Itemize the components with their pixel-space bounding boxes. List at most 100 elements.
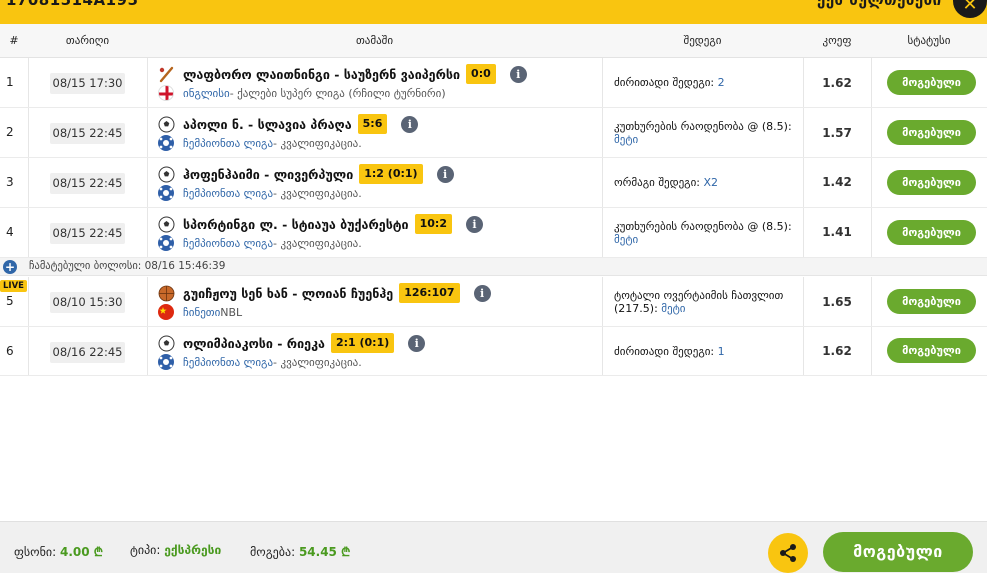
share-icon [780, 544, 796, 562]
row-number: 6 [6, 344, 14, 358]
table-row: 1 08/15 17:30 ლაფბორო ლაითნინგი - საუზერ… [0, 58, 987, 108]
match-teams[interactable]: გუიჩჟოუ სენ ხან - ლოიან ჩუენჰე [183, 286, 393, 301]
league-name: - კვალიფიკაცია. [273, 355, 362, 369]
table-header: # თარიღი თამაში შედეგი კოეფ სტატუსი [0, 24, 987, 58]
match-teams[interactable]: ჰოფენჰაიმი - ლივერპული [183, 167, 353, 182]
match-score: 2:1 (0:1) [330, 333, 395, 353]
ticket-header: 17081514A195 ქეშ ბულთებები ✕ [0, 0, 987, 24]
column-odds: კოეფ [822, 34, 852, 47]
row-number: 4 [6, 225, 14, 239]
status-badge: მოგებული [887, 289, 976, 314]
odds-value: 1.42 [822, 175, 852, 189]
match-score: 126:107 [399, 283, 460, 303]
added-notice-text: ჩამატებული ბოლოსი: 08/16 15:46:39 [29, 260, 226, 272]
market-selection: მეტი [614, 233, 639, 246]
match-score: 5:6 [357, 114, 388, 134]
match-teams[interactable]: ლაფბორო ლაითნინგი - საუზერნ ვაიპერსი [183, 67, 460, 82]
info-icon[interactable]: i [465, 215, 483, 233]
market-label: კუთხურების რაოდენობა @ (8.5): [614, 120, 792, 133]
odds-value: 1.41 [822, 225, 852, 239]
market-selection: 2 [717, 76, 725, 89]
status-badge: მოგებული [887, 338, 976, 363]
soccer-ball-icon [158, 166, 175, 183]
table-row: 5 08/10 15:30 გუიჩჟოუ სენ ხან - ლოიან ჩუ… [0, 277, 987, 327]
match-date: 08/15 22:45 [50, 223, 125, 244]
win-info: მოგება: 54.45 ₾ [250, 543, 350, 560]
live-badge: LIVE [0, 280, 27, 292]
win-label: მოგება: [250, 545, 296, 559]
close-icon[interactable]: ✕ [953, 0, 987, 18]
league-country[interactable]: ჩემპიონთა ლიგა [183, 187, 273, 200]
stake-value: 4.00 ₾ [59, 545, 104, 559]
match-date: 08/15 22:45 [50, 173, 125, 194]
market-label: ძირითადი შედეგი: [614, 76, 718, 89]
info-icon[interactable]: i [436, 165, 454, 183]
soccer-ball-icon [158, 116, 175, 133]
table-row: 6 08/16 22:45 ოლიმპიაკოსი - რიეკა 2:1 (0… [0, 327, 987, 376]
odds-value: 1.65 [822, 295, 852, 309]
table-row: 2 08/15 22:45 აპოლი ნ. - სლავია პრაღა 5:… [0, 108, 987, 158]
info-icon[interactable]: i [473, 284, 491, 302]
odds-value: 1.62 [822, 344, 852, 358]
table-row: 3 08/15 22:45 ჰოფენჰაიმი - ლივერპული 1:2… [0, 158, 987, 208]
league-name: - კვალიფიკაცია. [273, 136, 362, 150]
match-date: 08/16 22:45 [50, 342, 125, 363]
column-result: შედეგი [683, 34, 722, 47]
won-button[interactable]: მოგებული [823, 532, 973, 572]
status-badge: მოგებული [887, 220, 976, 245]
league-country[interactable]: ჩემპიონთა ლიგა [183, 137, 273, 150]
league-name: - კვალიფიკაცია. [273, 186, 362, 200]
market-selection: X2 [703, 176, 719, 189]
bet-market: ძირითადი შედეგი: 1 [614, 345, 799, 358]
share-button[interactable] [768, 533, 808, 573]
row-number: 1 [6, 75, 14, 89]
match-teams[interactable]: ოლიმპიაკოსი - რიეკა [183, 336, 325, 351]
type-label: ტიპი: [130, 543, 161, 557]
market-selection: მეტი [661, 302, 686, 315]
league-name: - კვალიფიკაცია. [273, 236, 362, 250]
bet-market: კუთხურების რაოდენობა @ (8.5): მეტი [614, 220, 799, 246]
cashout-label[interactable]: ქეშ ბულთებები [817, 0, 942, 9]
ticket-footer: ფსონი: 4.00 ₾ ტიპი: ექსპრესი მოგება: 54.… [0, 521, 987, 573]
status-badge: მოგებული [887, 120, 976, 145]
odds-value: 1.57 [822, 126, 852, 140]
ticket-id: 17081514A195 [6, 0, 139, 9]
match-teams[interactable]: სპორტინგი ლ. - სტიაუა ბუქარესტი [183, 217, 409, 232]
win-value: 54.45 ₾ [298, 545, 351, 559]
market-label: ძირითადი შედეგი: [614, 345, 718, 358]
type-value: ექსპრესი [164, 543, 222, 557]
stake-info: ფსონი: 4.00 ₾ [14, 543, 103, 560]
row-number: 2 [6, 125, 14, 139]
info-icon[interactable]: i [408, 334, 426, 352]
market-label: ტოტალი ოვერტაიმის ჩათვლით (217.5): [614, 289, 784, 315]
type-info: ტიპი: ექსპრესი [130, 543, 221, 557]
match-score: 1:2 (0:1) [359, 164, 423, 184]
column-match: თამაში [355, 34, 394, 47]
league-country[interactable]: ჩემპიონთა ლიგა [183, 237, 273, 250]
market-label: ორმაგი შედეგი: [614, 176, 704, 189]
globe-icon [158, 235, 174, 251]
column-date: თარიღი [65, 34, 110, 47]
basketball-icon [158, 285, 175, 302]
bet-market: ორმაგი შედეგი: X2 [614, 176, 799, 189]
row-number: 3 [6, 175, 14, 189]
column-number: # [9, 34, 19, 47]
info-icon[interactable]: i [509, 65, 527, 83]
column-status: სტატუსი [907, 34, 951, 47]
info-icon[interactable]: i [401, 115, 419, 133]
bet-market: ტოტალი ოვერტაიმის ჩათვლით (217.5): მეტი [614, 289, 799, 315]
globe-icon [158, 185, 174, 201]
soccer-ball-icon [158, 335, 175, 352]
league-country[interactable]: ჩინეთი [183, 306, 220, 319]
match-teams[interactable]: აპოლი ნ. - სლავია პრაღა [183, 117, 352, 132]
odds-value: 1.62 [822, 76, 852, 90]
match-date: 08/15 17:30 [50, 73, 125, 94]
cricket-icon [158, 66, 175, 83]
plus-circle-icon[interactable]: + [3, 260, 17, 274]
table-row: 4 08/15 22:45 სპორტინგი ლ. - სტიაუა ბუქა… [0, 208, 987, 258]
globe-icon [158, 354, 174, 370]
china-flag-icon [158, 304, 174, 320]
league-country[interactable]: ინგლისი [183, 87, 230, 100]
match-score: 10:2 [414, 214, 452, 234]
league-country[interactable]: ჩემპიონთა ლიგა [183, 356, 273, 369]
